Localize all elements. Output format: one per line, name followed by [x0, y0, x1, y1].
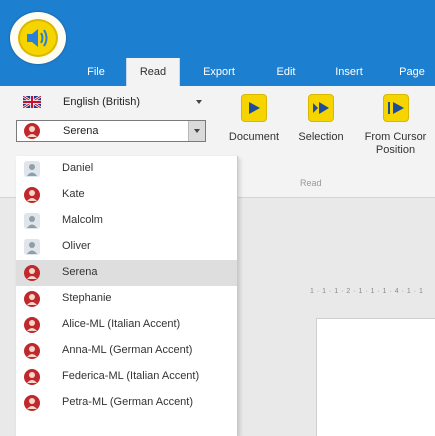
voice-option-alice-ml[interactable]: Alice-ML (Italian Accent) — [16, 312, 237, 338]
voice-option-label: Anna-ML (German Accent) — [62, 344, 193, 356]
read-document-button[interactable]: Document — [222, 94, 286, 144]
voice-value: Serena — [63, 125, 99, 137]
menu-read[interactable]: Read — [126, 58, 180, 86]
chevron-down-icon[interactable] — [188, 121, 205, 141]
male-voice-icon — [24, 213, 40, 229]
voice-option-label: Serena — [62, 266, 98, 278]
horizontal-ruler[interactable]: 1 · 1 · 1 · 2 · 1 · 1 · 1 · 4 · 1 · 1 — [310, 288, 435, 298]
male-voice-icon — [24, 161, 40, 177]
female-voice-icon — [24, 343, 40, 359]
voice-select[interactable]: Serena — [16, 120, 206, 142]
document-page[interactable] — [316, 318, 435, 436]
male-voice-icon — [24, 239, 40, 255]
uk-flag-icon — [23, 96, 41, 108]
voice-option-label: Malcolm — [62, 214, 103, 226]
title-bar: File Read Export Edit Insert Page — [0, 0, 435, 86]
voice-option-label: Stephanie — [62, 292, 112, 304]
voice-option-daniel[interactable]: Daniel — [16, 156, 237, 182]
female-voice-icon — [24, 317, 40, 333]
voice-option-oliver[interactable]: Oliver — [16, 234, 237, 260]
voice-option-label: Kate — [62, 188, 85, 200]
play-from-cursor-icon — [382, 94, 409, 122]
voice-option-serena[interactable]: Serena — [16, 260, 237, 286]
voice-option-label: Oliver — [62, 240, 91, 252]
language-select[interactable]: English (British) — [16, 91, 208, 113]
voice-option-federica-ml[interactable]: Federica-ML (Italian Accent) — [16, 364, 237, 390]
menu-insert[interactable]: Insert — [325, 58, 373, 86]
female-voice-icon — [24, 187, 40, 203]
menu-export[interactable]: Export — [195, 58, 243, 86]
play-icon — [241, 94, 267, 122]
female-voice-icon — [24, 369, 40, 385]
read-document-label: Document — [228, 131, 280, 143]
menu-edit[interactable]: Edit — [268, 58, 304, 86]
female-voice-icon — [24, 291, 40, 307]
speaker-icon — [18, 19, 58, 57]
voice-option-anna-ml[interactable]: Anna-ML (German Accent) — [16, 338, 237, 364]
voice-option-petra-ml[interactable]: Petra-ML (German Accent) — [16, 390, 237, 416]
ribbon-group-label: Read — [300, 178, 322, 188]
read-selection-button[interactable]: Selection — [288, 94, 354, 144]
read-from-cursor-button[interactable]: From Cursor Position — [356, 94, 435, 157]
menu-file[interactable]: File — [78, 58, 114, 86]
menu-bar: File Read Export Edit Insert Page — [0, 58, 435, 86]
voice-option-label: Alice-ML (Italian Accent) — [62, 318, 181, 330]
voice-dropdown-list: Daniel Kate Malcolm Oliver Serena Stepha… — [16, 156, 238, 436]
voice-option-label: Petra-ML (German Accent) — [62, 396, 194, 408]
read-selection-label: Selection — [298, 131, 344, 143]
app-logo-button[interactable] — [10, 12, 66, 64]
play-selection-icon — [308, 94, 334, 122]
menu-page[interactable]: Page — [392, 58, 432, 86]
voice-option-malcolm[interactable]: Malcolm — [16, 208, 237, 234]
female-voice-icon — [24, 123, 40, 139]
female-voice-icon — [24, 265, 40, 281]
read-from-cursor-label: From Cursor Position — [364, 131, 427, 156]
chevron-down-icon[interactable] — [190, 92, 207, 112]
language-value: English (British) — [63, 96, 141, 108]
voice-option-kate[interactable]: Kate — [16, 182, 237, 208]
voice-option-label: Federica-ML (Italian Accent) — [62, 370, 200, 382]
voice-option-label: Daniel — [62, 162, 94, 174]
female-voice-icon — [24, 395, 40, 411]
voice-option-stephanie[interactable]: Stephanie — [16, 286, 237, 312]
